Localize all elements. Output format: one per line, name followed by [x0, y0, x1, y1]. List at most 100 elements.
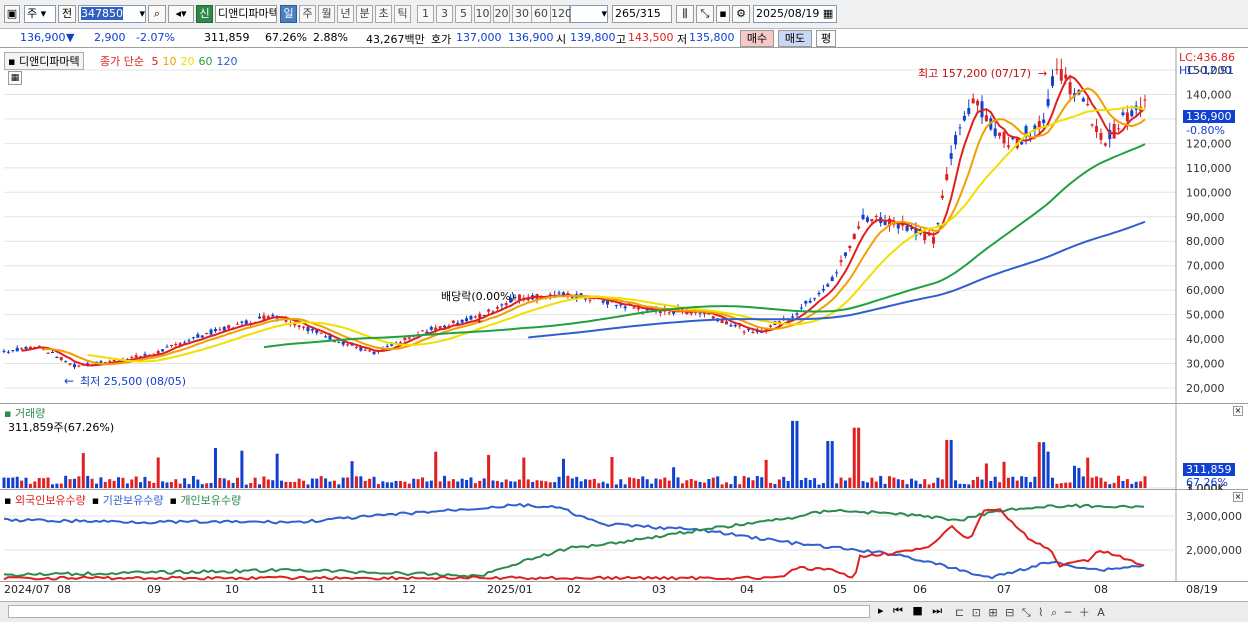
new-badge: 신: [196, 5, 213, 23]
volume-chart[interactable]: 3,000K2,000K1,000K: [0, 404, 1248, 490]
draw-tool-icon[interactable]: ⤡: [696, 5, 714, 23]
candle-body: [1059, 69, 1063, 81]
x-axis-label-6: 2025/01: [487, 583, 533, 596]
period-tab-4[interactable]: 분: [356, 5, 373, 23]
volume-bar: [1037, 442, 1041, 488]
volume-bar: [297, 478, 301, 488]
volume-bar: [976, 476, 980, 488]
candle-body: [20, 348, 24, 350]
volume-bar: [46, 477, 50, 488]
price-chart[interactable]: 150,000140,000130,000120,000110,000100,0…: [0, 48, 1248, 404]
interval-button-5[interactable]: 30: [512, 5, 532, 23]
prev-button[interactable]: 전: [58, 5, 76, 23]
volume-bar: [284, 481, 288, 488]
volume-pane[interactable]: 3,000K 2,000K 1,000K ▪ 거래량 311,859주(67.26%…: [0, 404, 1248, 490]
candle-body: [174, 344, 178, 346]
nav-controls[interactable]: ▸ ⏮ ■ ⏭: [878, 604, 945, 618]
holder-pane[interactable]: 3,000,000 2,000,000 ▪ 외국인보유수량 ▪ 기관보유수량 ▪ 개인…: [0, 490, 1248, 582]
date-input[interactable]: 2025/08/19 ▦: [753, 5, 837, 23]
period-tab-3[interactable]: 년: [337, 5, 354, 23]
volume-bar: [24, 477, 28, 488]
y-tick-label: 80,000: [1186, 235, 1225, 248]
chart-tools-icon[interactable]: ⊏ ⊡ ⊞ ⊟ ⤡ ⌇ ⌕ ─ ＋ A: [955, 604, 1107, 620]
current-price-tag: 136,900: [1183, 110, 1235, 123]
close-icon[interactable]: ×: [1233, 492, 1243, 502]
table-icon[interactable]: ▦: [8, 71, 22, 85]
interval-select[interactable]: ▾: [570, 5, 608, 23]
candle-body: [346, 344, 350, 346]
volume-bar: [42, 478, 46, 488]
volume-bar: [914, 480, 918, 488]
interval-button-7[interactable]: 120: [550, 5, 572, 23]
volume-bar: [531, 481, 535, 488]
candle-body: [337, 341, 341, 343]
volume-bar: [724, 482, 728, 488]
volume-bar: [998, 482, 1002, 488]
volume-bar: [125, 483, 129, 488]
volume-bar: [1090, 477, 1094, 488]
institution-line: [3, 502, 1145, 580]
volume-bar: [2, 477, 6, 488]
volume-bar: [641, 476, 645, 488]
volume-bar: [280, 480, 284, 488]
sell-button[interactable]: 매도: [778, 30, 812, 47]
volume-bar: [275, 453, 279, 488]
volume-bar: [139, 482, 143, 488]
interval-button-4[interactable]: 20: [493, 5, 510, 23]
volume-bar: [213, 448, 217, 488]
volume-bar: [949, 439, 953, 488]
price-change-pct: -2.07%: [136, 31, 175, 44]
volume-bar: [1077, 467, 1081, 488]
sound-icon[interactable]: ◂▾: [168, 5, 194, 23]
volume-bar: [324, 478, 328, 488]
y-tick-label: 70,000: [1186, 260, 1225, 273]
interval-button-2[interactable]: 5: [455, 5, 472, 23]
save-icon[interactable]: ▪: [716, 5, 730, 23]
period-tab-2[interactable]: 월: [318, 5, 335, 23]
volume-bar: [451, 479, 455, 488]
trade-amount: 43,267백만: [366, 33, 425, 46]
candle-body: [354, 347, 358, 349]
volume-bar: [72, 478, 76, 488]
price-pane[interactable]: 150,000140,000130,000120,000110,000100,0…: [0, 48, 1248, 404]
interval-button-0[interactable]: 1: [417, 5, 434, 23]
eval-button[interactable]: 평: [816, 30, 836, 47]
interval-button-1[interactable]: 3: [436, 5, 453, 23]
volume-bar: [901, 479, 905, 488]
window-menu-icon[interactable]: ▣: [4, 5, 20, 23]
close-icon[interactable]: ×: [1233, 406, 1243, 416]
period-tab-6[interactable]: 틱: [394, 5, 411, 23]
search-icon[interactable]: ⌕: [148, 5, 166, 23]
volume-bar: [839, 477, 843, 488]
scroll-bar[interactable]: ▸ ⏮ ■ ⏭ ⊏ ⊡ ⊞ ⊟ ⤡ ⌇ ⌕ ─ ＋ A: [0, 601, 1248, 622]
candle-body: [839, 260, 843, 263]
candle-body: [667, 312, 671, 314]
candle-icon[interactable]: ⫼: [676, 5, 694, 23]
stock-code-input[interactable]: 347850 ▾: [78, 5, 146, 23]
count-field[interactable]: 265/315: [612, 5, 672, 23]
candle-body: [306, 327, 310, 332]
candle-body: [747, 329, 751, 331]
candle-body: [1086, 103, 1090, 106]
volume-bar: [716, 476, 720, 488]
volume-bar: [636, 478, 640, 488]
volume-bar: [760, 477, 764, 488]
volume-bar: [244, 484, 248, 488]
candle-body: [1046, 99, 1050, 106]
interval-button-3[interactable]: 10: [474, 5, 491, 23]
candle-body: [429, 327, 433, 330]
market-select[interactable]: 주 ▾: [24, 5, 56, 23]
period-tab-0[interactable]: 일: [280, 5, 297, 23]
period-tab-5[interactable]: 초: [375, 5, 392, 23]
volume-bar: [341, 477, 345, 488]
candle-body: [742, 331, 746, 333]
candle-body: [1099, 132, 1103, 140]
holder-y-label: 2,000,000: [1186, 544, 1242, 557]
interval-button-6[interactable]: 60: [531, 5, 551, 23]
gear-icon[interactable]: ⚙: [732, 5, 750, 23]
scroll-track[interactable]: [8, 605, 870, 618]
low-arrow-icon: ←: [64, 374, 74, 388]
buy-button[interactable]: 매수: [740, 30, 774, 47]
period-tab-1[interactable]: 주: [299, 5, 316, 23]
volume-bar: [782, 476, 786, 488]
